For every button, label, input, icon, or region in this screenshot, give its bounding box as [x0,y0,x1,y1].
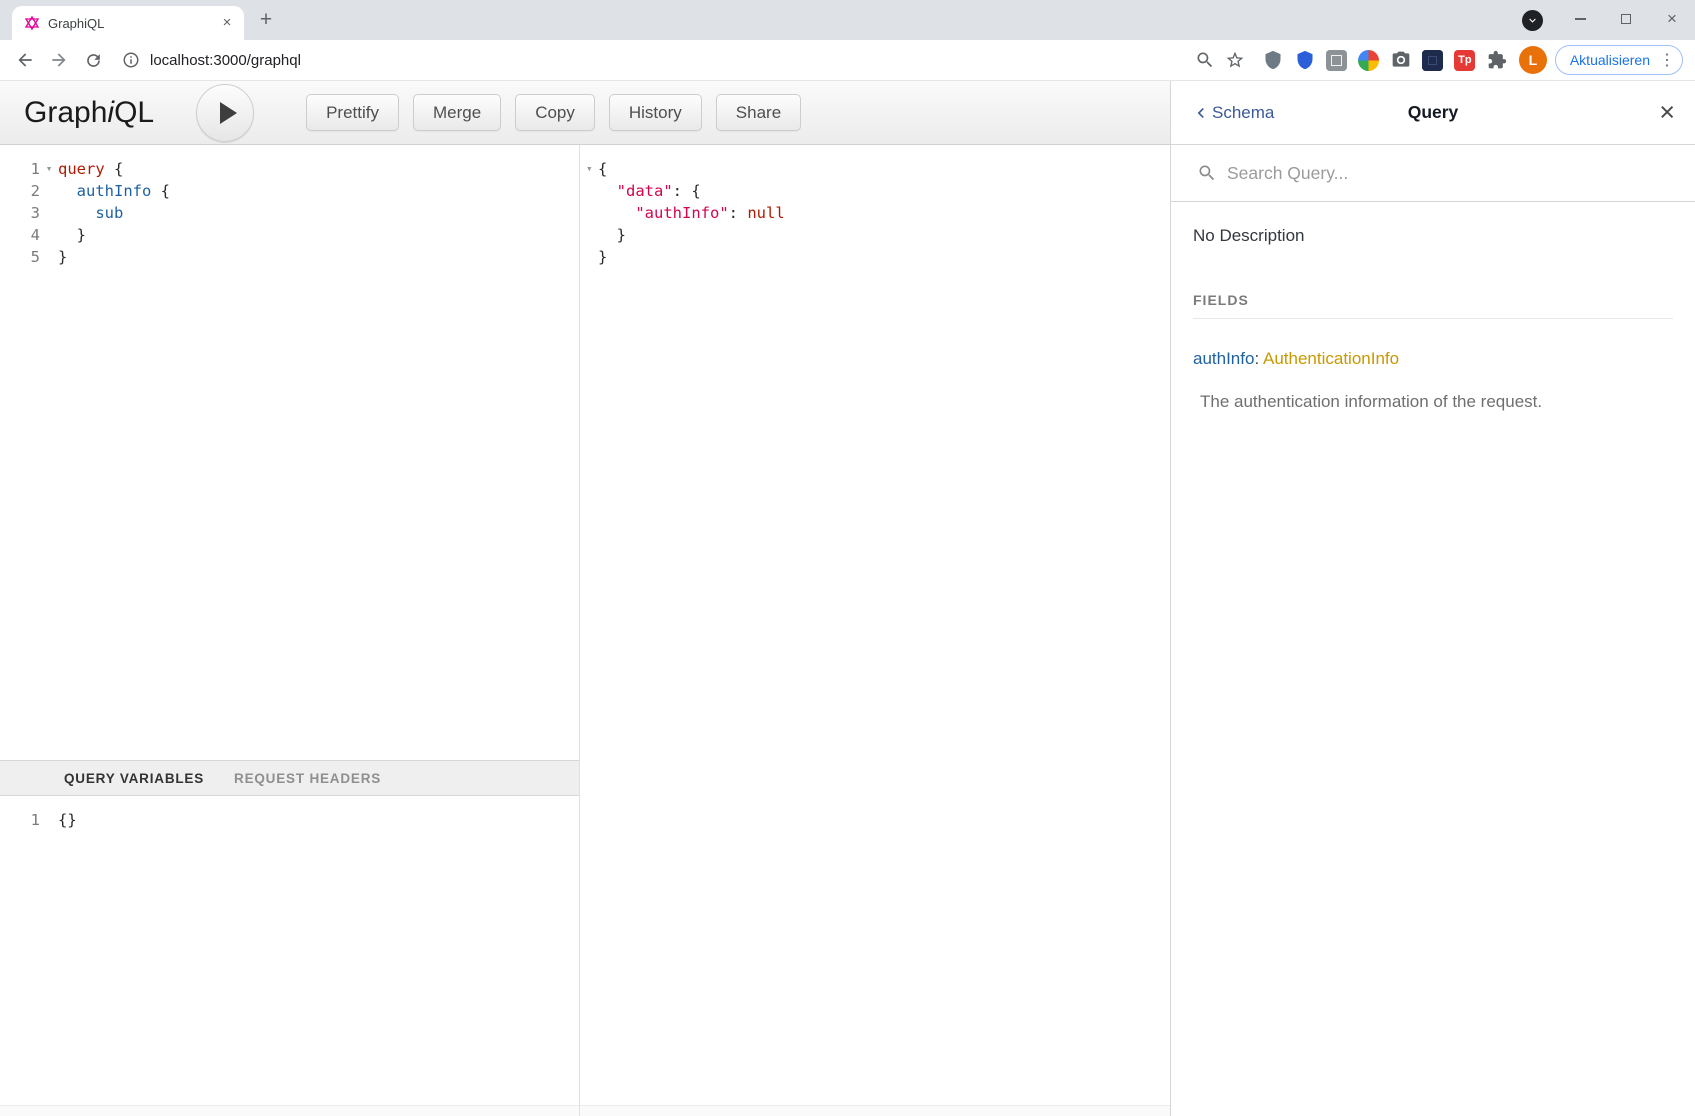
profile-avatar[interactable]: L [1519,46,1547,74]
dark-extension-icon[interactable] [1419,46,1447,74]
tab-request-headers[interactable]: REQUEST HEADERS [234,771,381,786]
extensions-row: Tp [1257,46,1513,74]
code-line: 5 } [0,246,579,268]
horizontal-scrollbar[interactable] [580,1105,1170,1116]
no-description-text: No Description [1193,226,1673,246]
zoom-icon[interactable] [1195,50,1215,70]
fields-section-header: FIELDS [1193,292,1673,319]
code-line: 1▾ query { [0,158,579,180]
gray-extension-icon[interactable] [1323,46,1351,74]
merge-button[interactable]: Merge [413,94,501,131]
browser-menu-icon[interactable]: ⋮ [1658,50,1676,70]
code-line: 4 } [0,224,579,246]
field-name-link[interactable]: authInfo [1193,349,1254,368]
code-line: } [580,224,1170,246]
graphql-favicon-icon [24,15,40,31]
code-line: 3 sub [0,202,579,224]
code-line: 2 authInfo { [0,180,579,202]
share-button[interactable]: Share [716,94,801,131]
code-line: "data": { [580,180,1170,202]
variables-title-bar: QUERY VARIABLES REQUEST HEADERS [0,760,579,796]
doc-explorer-body: No Description FIELDS authInfo: Authenti… [1171,202,1695,412]
result-viewer[interactable]: ▾ { "data": { "authInfo": null } [580,145,1170,1116]
bookmark-star-icon[interactable] [1225,50,1245,70]
horizontal-scrollbar[interactable] [0,1105,579,1116]
tab-query-variables[interactable]: QUERY VARIABLES [64,771,204,786]
doc-explorer: Schema Query × No Description FIELDS aut… [1170,81,1695,1116]
tab-title: GraphiQL [48,16,210,31]
variables-editor[interactable]: 1 {} [0,796,579,1116]
window-close-button[interactable]: × [1649,0,1695,38]
update-button-label: Aktualisieren [1570,52,1650,68]
camera-extension-icon[interactable] [1387,46,1415,74]
browser-navbar: localhost:3000/graphql Tp [0,40,1695,81]
doc-back-label: Schema [1212,103,1274,123]
window-minimize-button[interactable] [1557,0,1603,38]
doc-search-bar [1171,145,1695,202]
graphiql-logo: GraphiQL [24,96,154,130]
tab-search-icon[interactable] [1522,10,1543,31]
privacy-shield-extension-icon[interactable] [1259,46,1287,74]
tab-close-icon[interactable]: × [218,14,236,32]
page-info-icon[interactable] [122,51,140,69]
tp-extension-icon[interactable]: Tp [1451,46,1479,74]
browser-window: GraphiQL × + × localhost:3000/graphql [0,0,1695,1116]
browser-tab-strip: GraphiQL × + × [0,0,1695,40]
doc-close-icon[interactable]: × [1659,99,1675,126]
doc-field-authinfo: authInfo: AuthenticationInfo [1193,349,1673,369]
doc-back-link[interactable]: Schema [1191,103,1274,123]
code-line: } [580,246,1170,268]
colorwheel-extension-icon[interactable] [1355,46,1383,74]
code-line: "authInfo": null [580,202,1170,224]
forward-icon[interactable] [42,43,76,77]
query-editor[interactable]: 1▾ query { 2 authInfo { 3 sub 4 [0,145,579,760]
copy-button[interactable]: Copy [515,94,595,131]
graphiql-app: GraphiQL Prettify Merge Copy History Sha… [0,81,1170,1116]
code-line: ▾ { [580,158,1170,180]
history-button[interactable]: History [609,94,702,131]
extensions-puzzle-icon[interactable] [1483,46,1511,74]
browser-tab-graphiql[interactable]: GraphiQL × [12,6,244,40]
doc-search-input[interactable] [1227,163,1675,184]
query-column: 1▾ query { 2 authInfo { 3 sub 4 [0,145,580,1116]
graphiql-toolbar: GraphiQL Prettify Merge Copy History Sha… [0,81,1170,145]
url-text: localhost:3000/graphql [150,52,301,69]
execute-button[interactable] [196,84,254,142]
field-type-link[interactable]: AuthenticationInfo [1263,349,1399,368]
update-button[interactable]: Aktualisieren ⋮ [1555,45,1683,75]
code-line: 1 {} [0,809,579,831]
field-description: The authentication information of the re… [1193,392,1673,412]
omnibox[interactable]: localhost:3000/graphql [110,43,1257,77]
new-tab-button[interactable]: + [252,7,280,35]
window-maximize-button[interactable] [1603,0,1649,38]
search-icon [1197,163,1217,183]
blue-shield-extension-icon[interactable] [1291,46,1319,74]
prettify-button[interactable]: Prettify [306,94,399,131]
back-icon[interactable] [8,43,42,77]
chevron-left-icon [1191,103,1211,123]
fold-arrow-icon[interactable]: ▾ [580,158,598,180]
fold-arrow-icon[interactable]: ▾ [40,158,58,180]
play-icon [220,102,237,124]
reload-icon[interactable] [76,43,110,77]
doc-explorer-header: Schema Query × [1171,81,1695,145]
